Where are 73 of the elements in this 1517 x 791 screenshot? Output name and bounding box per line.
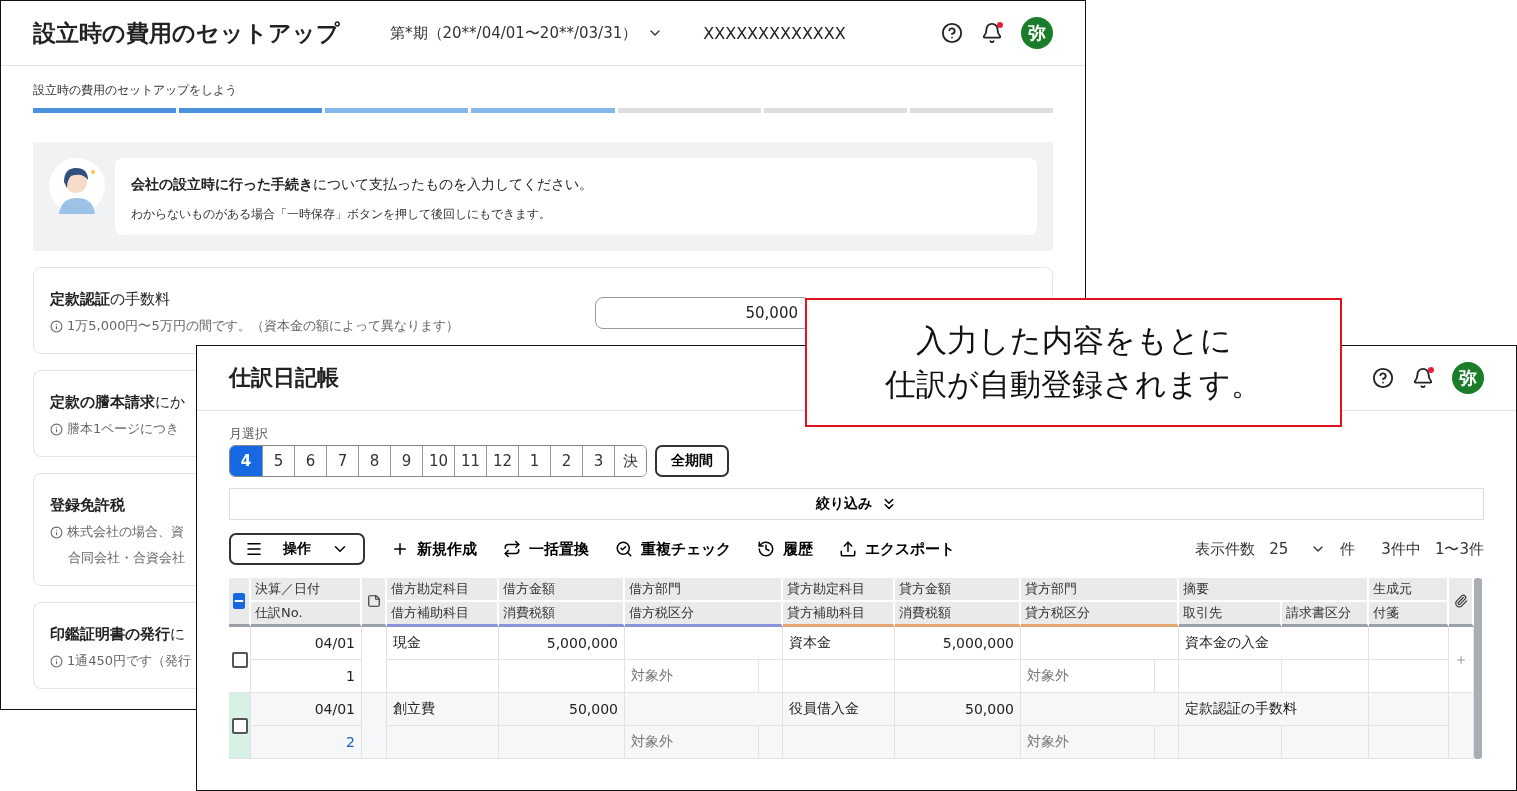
column-header: 貸方部門	[1025, 580, 1078, 598]
column-header: 取引先	[1183, 604, 1223, 622]
expense-title: 登録免許税	[50, 496, 125, 515]
credit-account: 資本金	[789, 634, 831, 652]
step-label: 設立時の費用のセットアップをしよう	[33, 82, 237, 99]
expense-hint: 謄本1ページにつき	[50, 420, 180, 438]
toolbar-action[interactable]: 一括置換	[503, 539, 589, 559]
company-name: XXXXXXXXXXXXX	[703, 23, 846, 43]
operation-dropdown[interactable]: 操作	[229, 533, 365, 565]
column-header: 消費税額	[899, 604, 952, 622]
column-header: 借方勘定科目	[391, 580, 470, 598]
column-header: 仕訳No.	[255, 604, 304, 622]
column-header: 借方部門	[629, 580, 682, 598]
credit-account: 役員借入金	[789, 700, 859, 718]
tax-class: 対象外	[1027, 667, 1069, 685]
guide-message: 会社の設立時に行った手続きについて支払ったものを入力してください。	[131, 176, 594, 194]
page-size-unit: 件	[1340, 539, 1356, 559]
debit-account: 創立費	[393, 700, 435, 718]
period-selector[interactable]: 第*期（20**/04/01〜20**/03/31）	[390, 23, 664, 43]
column-header: 貸方金額	[899, 580, 952, 598]
page-size-select[interactable]: 25	[1269, 540, 1327, 558]
expense-hint: 1万5,000円〜5万円の間です。（資本金の額によって異なります）	[50, 317, 459, 335]
column-header: 付箋	[1373, 604, 1400, 622]
expense-title: 定款の謄本請求にか	[50, 393, 185, 412]
callout-text: 入力した内容をもとに	[915, 321, 1232, 361]
column-header: 貸方勘定科目	[787, 580, 866, 598]
credit-amount: 50,000	[965, 701, 1014, 717]
filter-toggle[interactable]: 絞り込み	[229, 488, 1484, 520]
column-header: 貸方税区分	[1025, 604, 1091, 622]
result-range: 1〜3件	[1434, 539, 1484, 559]
entry-summary: 資本金の入金	[1185, 634, 1269, 652]
expense-hint: 1通450円です（発行	[50, 652, 192, 670]
column-header: 貸方補助科目	[787, 604, 866, 622]
month-tab[interactable]: 4	[230, 446, 262, 476]
entry-summary: 定款認証の手数料	[1185, 700, 1297, 718]
column-header: 消費税額	[503, 604, 556, 622]
expense-title: 定款認証の手数料	[50, 290, 170, 309]
toolbar-action[interactable]: 履歴	[757, 539, 813, 559]
entry-date: 04/01	[314, 701, 355, 717]
tax-class: 対象外	[631, 667, 673, 685]
all-period-button[interactable]: 全期間	[655, 445, 729, 477]
debit-amount: 5,000,000	[546, 635, 618, 651]
column-header: 借方補助科目	[391, 604, 470, 622]
column-header: 借方税区分	[629, 604, 695, 622]
credit-amount: 5,000,000	[942, 635, 1014, 651]
page-size-label: 表示件数	[1195, 539, 1256, 559]
guide-note: わからないものがある場合「一時保存」ボタンを押して後回しにもできます。	[131, 206, 552, 223]
column-header: 決算／日付	[255, 580, 321, 598]
toolbar-action[interactable]: 新規作成	[391, 539, 477, 559]
toolbar-action[interactable]: エクスポート	[839, 539, 955, 559]
user-avatar[interactable]: 弥	[1452, 362, 1484, 394]
month-tab[interactable]: 決	[614, 446, 646, 476]
entry-number: 1	[346, 668, 355, 684]
month-label: 月選択	[229, 425, 269, 443]
page-title: 設立時の費用のセットアップ	[33, 18, 340, 48]
entry-date: 04/01	[314, 635, 355, 651]
entry-number-link[interactable]: 2	[346, 734, 355, 750]
column-header: 摘要	[1183, 580, 1210, 598]
tax-class: 対象外	[631, 733, 673, 751]
column-header: 生成元	[1373, 580, 1413, 598]
column-header: 請求書区分	[1286, 604, 1352, 622]
user-avatar[interactable]: 弥	[1021, 17, 1053, 49]
toolbar-action[interactable]: 重複チェック	[615, 539, 731, 559]
debit-account: 現金	[393, 634, 421, 652]
expense-hint: 株式会社の場合、資	[50, 523, 184, 541]
page-title: 仕訳日記帳	[229, 364, 339, 392]
expense-title: 印鑑証明書の発行に	[50, 625, 185, 644]
callout-text: 仕訳が自動登録されます。	[885, 364, 1262, 404]
column-header: 借方金額	[503, 580, 556, 598]
tax-class: 対象外	[1027, 733, 1069, 751]
expense-hint: 合同会社・合資会社	[67, 549, 185, 567]
total-count: 3件中	[1381, 539, 1421, 559]
debit-amount: 50,000	[569, 701, 618, 717]
